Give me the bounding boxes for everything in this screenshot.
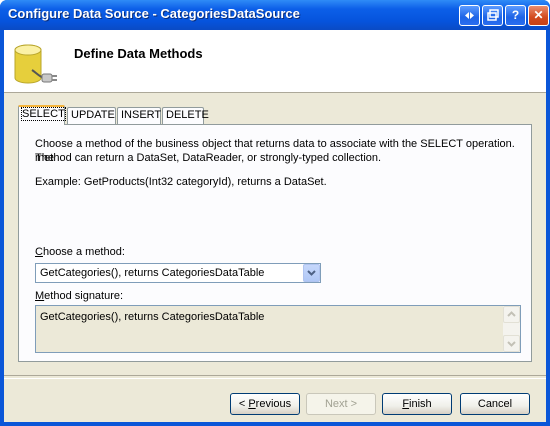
dialog-window: Configure Data Source - CategoriesDataSo…	[0, 0, 550, 426]
dialog-client: Define Data Methods SELECT UPDATE INSERT…	[4, 30, 546, 422]
tab-select[interactable]: SELECT	[18, 105, 66, 125]
button-separator	[4, 375, 546, 379]
database-plug-icon	[14, 44, 57, 84]
chevron-down-icon[interactable]	[303, 264, 320, 282]
finish-button[interactable]: Finish	[382, 393, 452, 415]
next-button[interactable]: Next >	[306, 393, 376, 415]
example-text: Example: GetProducts(Int32 categoryId), …	[35, 176, 327, 188]
select-tab-panel: Choose a method of the business object t…	[18, 124, 532, 362]
choose-method-value: GetCategories(), returns CategoriesDataT…	[40, 267, 265, 279]
title-bar[interactable]: Configure Data Source - CategoriesDataSo…	[0, 0, 550, 30]
help-button[interactable]: ?	[505, 5, 526, 26]
page-title: Define Data Methods	[74, 46, 203, 61]
scroll-up-icon[interactable]	[503, 306, 520, 323]
signature-scrollbar[interactable]	[503, 306, 520, 352]
scroll-down-icon[interactable]	[503, 335, 520, 352]
tab-delete[interactable]: DELETE	[162, 107, 209, 124]
tab-insert[interactable]: INSERT	[117, 107, 161, 124]
wizard-header: Define Data Methods	[4, 30, 546, 93]
tab-update[interactable]: UPDATE	[67, 107, 116, 124]
choose-method-select[interactable]: GetCategories(), returns CategoriesDataT…	[35, 263, 321, 283]
method-signature-value: GetCategories(), returns CategoriesDataT…	[40, 311, 265, 323]
method-signature-box: GetCategories(), returns CategoriesDataT…	[35, 305, 521, 353]
close-button[interactable]: ✕	[528, 5, 549, 26]
back-icon[interactable]	[459, 5, 480, 26]
previous-button[interactable]: < Previous	[230, 393, 300, 415]
description-line-2: method can return a DataSet, DataReader,…	[35, 152, 382, 164]
method-signature-label: Method signature:	[35, 290, 124, 302]
restore-icon[interactable]	[482, 5, 503, 26]
cancel-button[interactable]: Cancel	[460, 393, 530, 415]
choose-method-label: Choose a method:	[35, 246, 125, 258]
window-title: Configure Data Source - CategoriesDataSo…	[8, 6, 300, 21]
